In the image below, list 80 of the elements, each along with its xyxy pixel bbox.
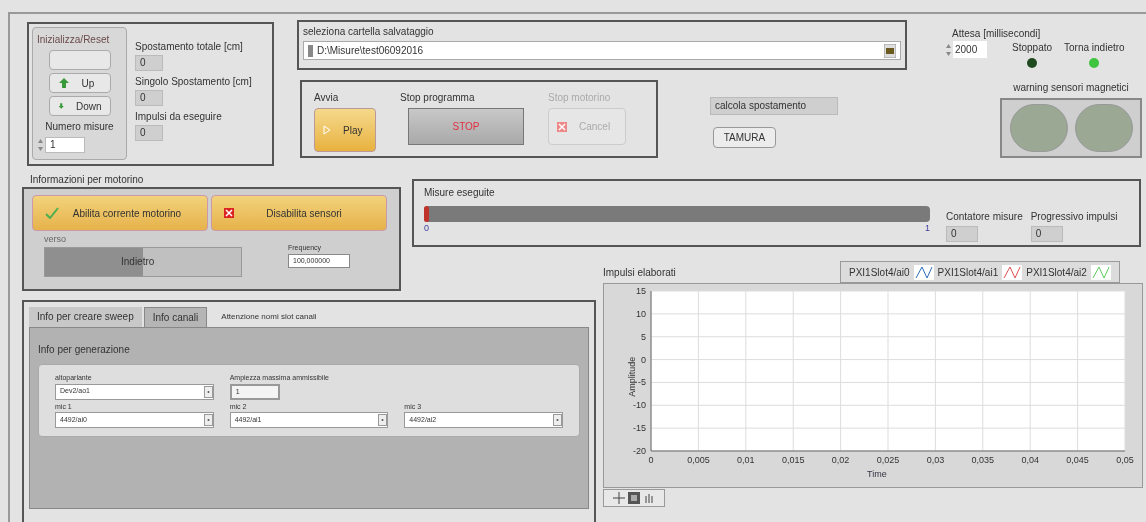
- tab[interactable]: Info canali: [143, 307, 208, 327]
- legend-label: PXI1Slot4/ai2: [1026, 265, 1087, 280]
- panel-label: warning sensori magnetici: [1013, 81, 1129, 95]
- line-swatch-icon: [913, 264, 934, 280]
- axis-tick-label: 0,03: [926, 454, 945, 467]
- play-icon: [323, 125, 331, 135]
- axis-tick-label: 0,005: [687, 454, 710, 467]
- indicator-field: 0: [135, 90, 163, 106]
- indicator-field: 0: [135, 125, 163, 141]
- cross-icon: [557, 121, 567, 132]
- axis-tick-label: 0,04: [1021, 454, 1039, 467]
- motor-button[interactable]: Abilita corrente motorino: [32, 195, 208, 231]
- line-swatch-icon: [1090, 264, 1111, 280]
- line-swatch-icon: [1002, 264, 1023, 280]
- axis-tick-label: -15: [633, 423, 646, 434]
- axis-tick-label: 0,045: [1066, 454, 1089, 467]
- field-label: Singolo Spostamento [cm]: [135, 75, 252, 89]
- axis-tick-label: 0,01: [737, 454, 755, 467]
- cross-icon: [224, 208, 234, 218]
- direction-switch[interactable]: Indietro: [44, 246, 242, 277]
- led-label: Stoppato: [1012, 41, 1053, 55]
- panel-button[interactable]: Down: [48, 96, 111, 116]
- axis-tick-label: 15: [636, 286, 646, 296]
- field-label: Numero misure: [45, 120, 114, 134]
- axis-tick-label: 0: [648, 454, 654, 467]
- field-label: Spostamento totale [cm]: [135, 40, 244, 54]
- field-label: Progressivo impulsi: [1030, 210, 1118, 224]
- axis-tick-label: -10: [633, 400, 646, 411]
- field-label: Impulsi da eseguire: [135, 110, 223, 124]
- check-icon: [45, 207, 59, 219]
- button-label: Avvia: [314, 91, 340, 105]
- scale-label: 1: [925, 222, 930, 235]
- dropdown-icon: [553, 414, 562, 426]
- axis-tick-label: 0,035: [971, 454, 995, 467]
- up-arrow-icon: [57, 77, 70, 89]
- axis-tick-label: 0,02: [831, 454, 850, 467]
- led-label: Torna indietro: [1064, 41, 1125, 55]
- axis-tick-label: 0,05: [1116, 454, 1134, 467]
- panel-button[interactable]: Up: [48, 73, 111, 93]
- indicator-field: 0: [135, 55, 163, 71]
- section-title: Informazioni per motorino: [30, 173, 144, 187]
- dropdown-icon: [203, 414, 213, 426]
- play-button[interactable]: Play: [314, 108, 376, 152]
- dropdown-icon: [378, 414, 388, 426]
- cluster-label: Inizializza/Reset: [36, 33, 110, 47]
- field-label: Attesa [millisecondi]: [951, 27, 1041, 41]
- graph-toolbar[interactable]: [603, 489, 665, 507]
- numeric-field[interactable]: 2000: [953, 41, 987, 58]
- axis-tick-label: -20: [633, 446, 646, 456]
- dropdown-icon: [203, 385, 213, 398]
- axis-tick-label: 0,015: [781, 454, 805, 467]
- axis-tick-label: 0: [641, 354, 646, 365]
- tab[interactable]: Info per creare sweep: [29, 307, 142, 327]
- path-field[interactable]: D:\Misure\test06092016: [303, 41, 901, 60]
- field-label: Misure eseguite: [424, 186, 496, 200]
- field-label: Contatore misure: [946, 210, 1023, 224]
- field-label: verso: [44, 233, 67, 246]
- legend-label: PXI1Slot4/ai1: [937, 265, 999, 280]
- section-title: Info per generazione: [38, 344, 130, 355]
- crosshair-icon[interactable]: [613, 492, 625, 504]
- panel-button[interactable]: [48, 50, 111, 70]
- numeric-field[interactable]: 1: [45, 137, 85, 153]
- motor-button[interactable]: Disabilita sensori: [211, 195, 387, 231]
- tamura-button[interactable]: TAMURA: [713, 127, 776, 148]
- indicator-field: 0: [946, 226, 978, 242]
- axis-tick-label: 5: [641, 331, 646, 342]
- legend-label: PXI1Slot4/ai0: [849, 265, 910, 280]
- field-label: seleziona cartella salvataggio: [303, 25, 435, 39]
- axis-tick-label: -5: [638, 377, 646, 388]
- axis-tick-label: 0,025: [876, 454, 900, 467]
- zoom-icon[interactable]: [628, 492, 640, 504]
- folder-icon[interactable]: [884, 43, 896, 58]
- button-label: Stop programma: [400, 91, 476, 105]
- indicator-field: calcola spostamento: [710, 97, 838, 115]
- axis-tick-label: 10: [636, 308, 646, 319]
- tab-note: Attenzione nomi slot canali: [220, 311, 318, 323]
- axis-title: Time: [867, 468, 887, 481]
- chart-title: Impulsi elaborati: [603, 266, 676, 280]
- scale-label: 0: [424, 222, 429, 235]
- indicator-field: 0: [1030, 226, 1063, 242]
